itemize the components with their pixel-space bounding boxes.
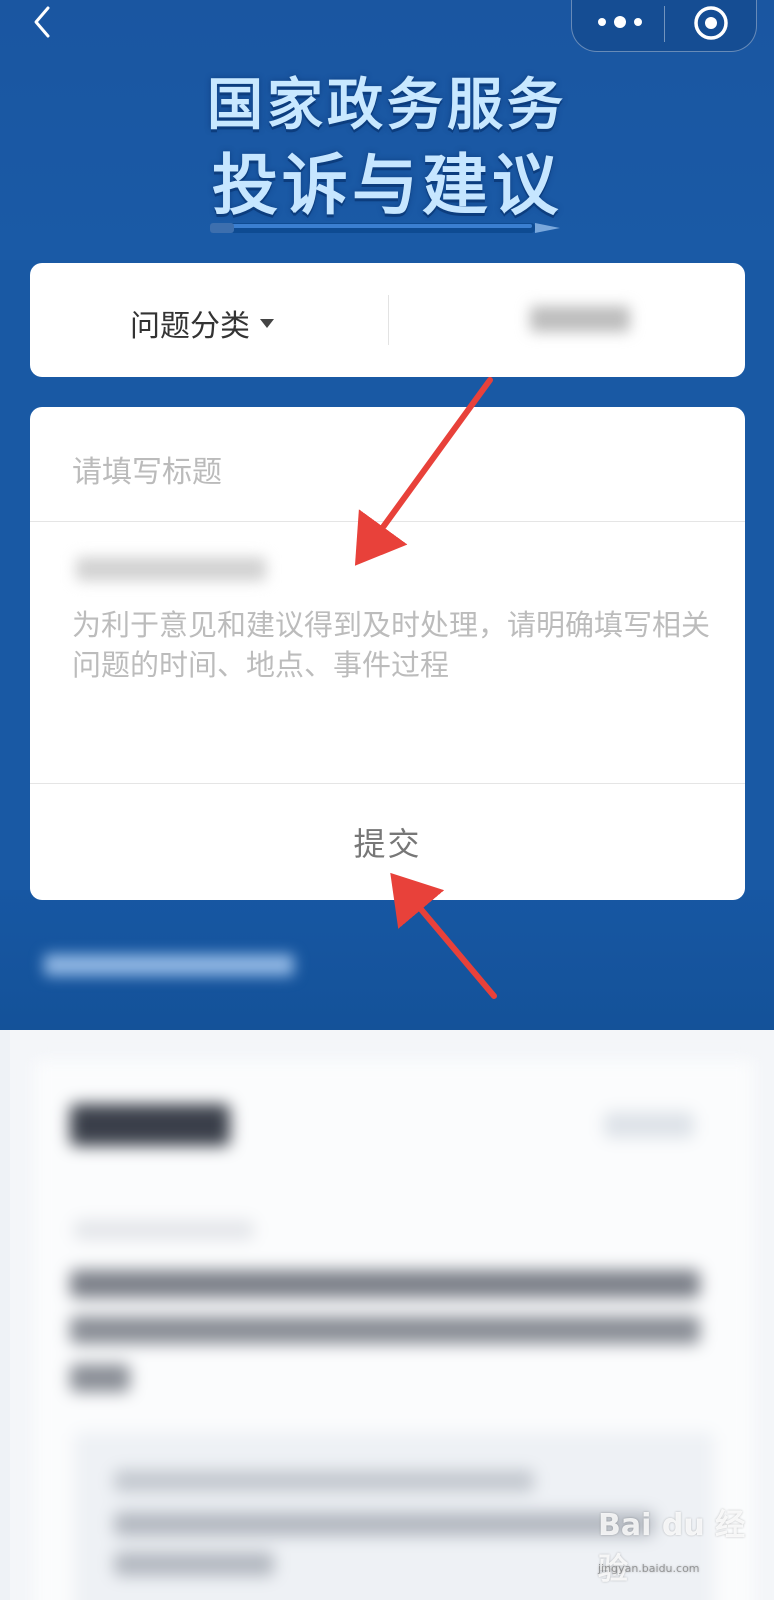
- page-title-line2: 投诉与建议: [212, 147, 562, 224]
- category-label: 问题分类: [130, 309, 250, 344]
- caret-down-icon: [260, 318, 274, 328]
- complaint-form: 为利于意见和建议得到及时处理，请明确填写相关问题的时间、地点、事件过程 提交: [30, 407, 745, 900]
- redacted-note: [70, 543, 310, 595]
- close-button[interactable]: [676, 2, 746, 44]
- more-button[interactable]: [580, 0, 660, 44]
- redacted-link[interactable]: [38, 940, 308, 990]
- more-dots-icon-right: [634, 18, 642, 26]
- capsule-divider: [664, 6, 665, 42]
- miniprogram-capsule: [571, 0, 757, 52]
- more-dots-icon-center: [614, 16, 626, 28]
- more-dots-icon: [598, 18, 606, 26]
- pen-decoration-icon: [210, 223, 560, 233]
- page-title-line1: 国家政务服务: [207, 73, 567, 138]
- form-divider: [30, 521, 745, 522]
- title-input[interactable]: [72, 447, 702, 497]
- category-dropdown[interactable]: 问题分类: [130, 301, 274, 345]
- category-card: 问题分类: [30, 263, 745, 377]
- chevron-left-icon: [34, 6, 50, 38]
- submit-button[interactable]: 提交: [30, 784, 745, 900]
- watermark-sub: jingyan.baidu.com: [598, 1562, 700, 1575]
- category-value-redacted[interactable]: [490, 293, 670, 345]
- back-button[interactable]: [22, 0, 62, 46]
- content-textarea[interactable]: 为利于意见和建议得到及时处理，请明确填写相关问题的时间、地点、事件过程: [72, 605, 712, 685]
- target-close-icon: [694, 6, 728, 40]
- category-divider: [388, 295, 389, 345]
- baidu-watermark: Bai du 经验 jingyan.baidu.com: [598, 1508, 758, 1587]
